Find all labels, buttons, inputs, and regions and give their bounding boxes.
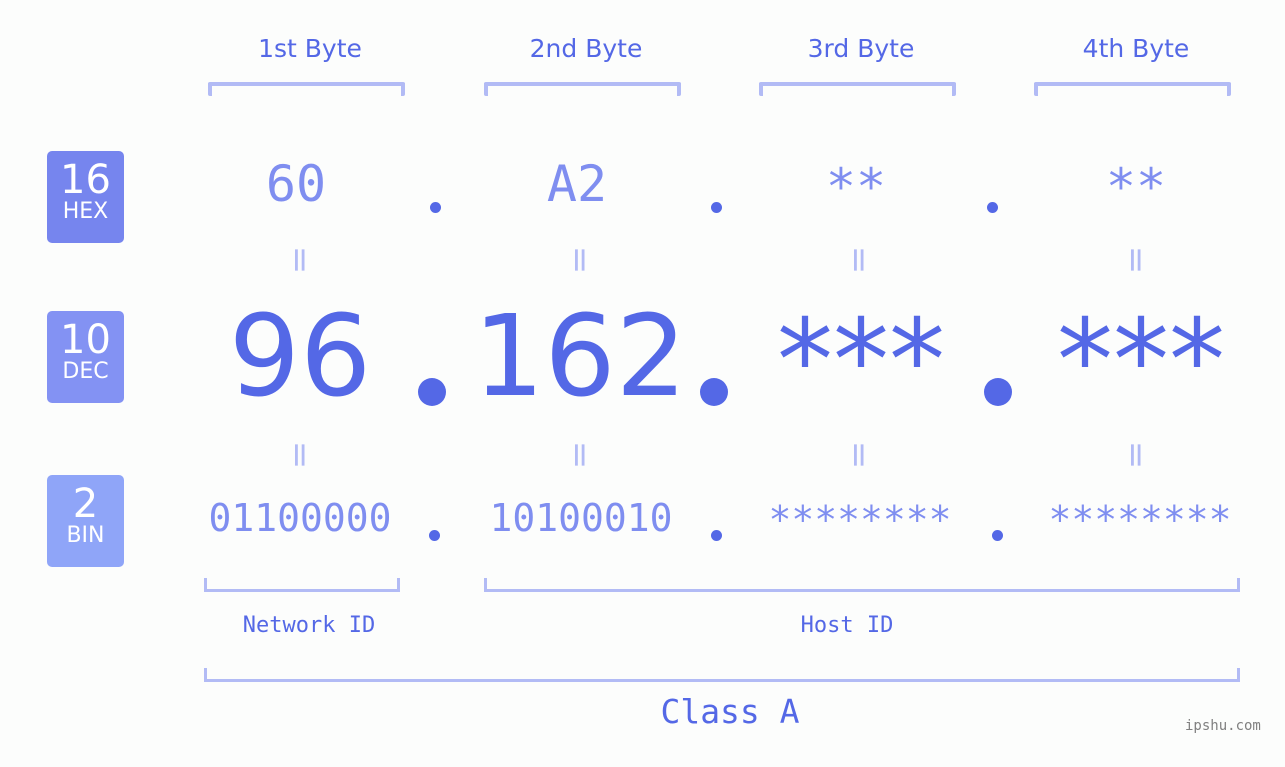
watermark: ipshu.com (1185, 718, 1261, 734)
network-id-bracket (204, 578, 400, 592)
hex-dot-separator (711, 202, 722, 213)
dec-octet-3: *** (777, 296, 945, 426)
dec-dot-separator (418, 378, 446, 406)
equals-icon: = (1116, 245, 1156, 275)
hex-octet-4: ** (1105, 158, 1167, 216)
bin-dot-separator (992, 530, 1003, 541)
dec-base: 10 (60, 317, 111, 363)
host-id-bracket (484, 578, 1240, 592)
dec-badge: 10 DEC (47, 311, 124, 403)
hex-badge: 16 HEX (47, 151, 124, 243)
equals-icon: = (560, 245, 600, 275)
byte-bracket-3 (759, 82, 956, 96)
bin-octet-4: ******** (1048, 498, 1232, 542)
byte-bracket-1 (208, 82, 405, 96)
bin-dot-separator (711, 530, 722, 541)
byte-header-2: 2nd Byte (529, 34, 643, 63)
hex-label: HEX (62, 199, 109, 224)
class-bracket (204, 668, 1240, 682)
dec-octet-1: 96 (228, 292, 372, 422)
dec-octet-4: *** (1057, 296, 1225, 426)
hex-octet-1: 60 (265, 155, 327, 213)
byte-header-3: 3rd Byte (807, 34, 915, 63)
bin-octet-2: 10100010 (489, 496, 673, 540)
byte-header-1: 1st Byte (258, 34, 362, 63)
hex-octet-3: ** (825, 158, 887, 216)
equals-icon: = (280, 440, 320, 470)
hex-base: 16 (60, 157, 111, 203)
byte-header-4: 4th Byte (1082, 34, 1190, 63)
bin-octet-3: ******** (768, 498, 952, 542)
ip-class-label: Class A (660, 692, 800, 731)
dec-label: DEC (62, 359, 109, 384)
equals-icon: = (1116, 440, 1156, 470)
equals-icon: = (560, 440, 600, 470)
bin-badge: 2 BIN (47, 475, 124, 567)
equals-icon: = (280, 245, 320, 275)
bin-label: BIN (66, 523, 105, 548)
bin-octet-1: 01100000 (208, 496, 392, 540)
equals-icon: = (839, 245, 879, 275)
dec-dot-separator (700, 378, 728, 406)
dec-octet-2: 162 (473, 292, 687, 422)
host-id-label: Host ID (800, 613, 894, 638)
byte-bracket-2 (484, 82, 681, 96)
hex-dot-separator (430, 202, 441, 213)
hex-octet-2: A2 (546, 155, 608, 213)
equals-icon: = (839, 440, 879, 470)
byte-bracket-4 (1034, 82, 1231, 96)
hex-dot-separator (987, 202, 998, 213)
dec-dot-separator (984, 378, 1012, 406)
bin-base: 2 (72, 481, 99, 527)
network-id-label: Network ID (242, 613, 376, 638)
bin-dot-separator (429, 530, 440, 541)
